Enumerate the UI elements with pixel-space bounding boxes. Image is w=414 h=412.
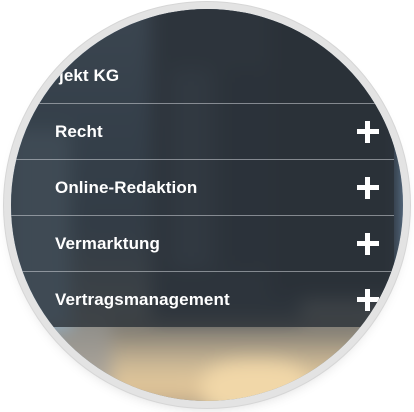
plus-icon[interactable] bbox=[357, 176, 379, 199]
plus-icon[interactable] bbox=[357, 288, 379, 311]
magnifier-lens: jekt KG Recht Online-Redaktion Vermarktu… bbox=[11, 9, 403, 401]
menu-item-projekt-kg[interactable]: jekt KG bbox=[11, 49, 394, 104]
menu-item-recht[interactable]: Recht bbox=[11, 104, 394, 160]
menu-item-label: Vermarktung bbox=[55, 233, 161, 253]
menu-item-online-redaktion[interactable]: Online-Redaktion bbox=[11, 160, 394, 216]
plus-icon[interactable] bbox=[357, 120, 379, 143]
menu-item-label: Recht bbox=[55, 121, 103, 141]
menu-item-vertragsmanagement[interactable]: Vertragsmanagement bbox=[11, 272, 394, 327]
menu-item-label: Online-Redaktion bbox=[55, 177, 198, 197]
dropdown-menu: jekt KG Recht Online-Redaktion Vermarktu… bbox=[11, 9, 394, 327]
magnifier-view: jekt KG Recht Online-Redaktion Vermarktu… bbox=[0, 0, 414, 412]
menu-item-label: Vertragsmanagement bbox=[55, 289, 230, 309]
menu-item-label: jekt KG bbox=[59, 66, 120, 85]
plus-icon[interactable] bbox=[357, 232, 379, 255]
menu-item-vermarktung[interactable]: Vermarktung bbox=[11, 216, 394, 272]
